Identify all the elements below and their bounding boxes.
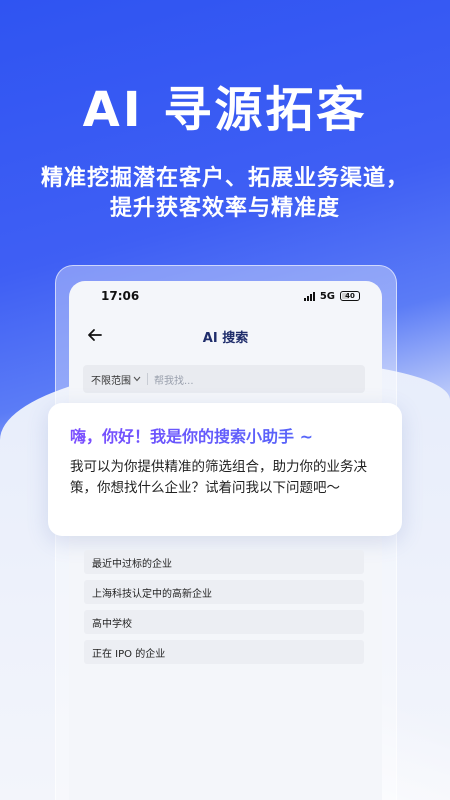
- signal-icon: [303, 291, 315, 301]
- status-bar: 17:06 5G 40: [69, 281, 382, 311]
- hero-title: AI 寻源拓客: [82, 82, 368, 138]
- phone-screen: 17:06 5G 40 AI 搜索 不限范围 帮我找...: [69, 281, 382, 800]
- hero-subtitle-line2: 提升获客效率与精准度: [109, 196, 340, 221]
- chat-body: 我可以为你提供精准的筛选组合，助力你的业务决策，你想找什么企业？试着问我以下问题…: [70, 459, 367, 496]
- chat-greeting: 嗨，你好！我是你的搜索小助手 ~: [70, 423, 380, 447]
- status-time: 17:06: [101, 289, 140, 303]
- battery-text: 40: [345, 292, 355, 300]
- suggestion-item[interactable]: 最近中过标的企业: [84, 550, 364, 574]
- nav-bar: AI 搜索: [69, 321, 382, 351]
- divider: [147, 373, 148, 385]
- page-title: AI 搜索: [202, 330, 249, 346]
- back-arrow-icon[interactable]: [87, 327, 103, 347]
- chevron-down-icon: [133, 376, 141, 382]
- suggestion-item[interactable]: 高中学校: [84, 610, 364, 634]
- status-indicators: 5G 40: [303, 290, 360, 302]
- network-label: 5G: [319, 290, 335, 302]
- search-bar[interactable]: 不限范围 帮我找...: [83, 365, 365, 393]
- suggestion-item[interactable]: 上海科技认定中的高新企业: [84, 580, 364, 604]
- search-input[interactable]: 帮我找...: [154, 372, 194, 387]
- hero-subtitle-line1: 精准挖掘潜在客户、拓展业务渠道，: [40, 166, 409, 191]
- scope-label: 不限范围: [91, 375, 131, 387]
- battery-icon: 40: [340, 291, 360, 301]
- assistant-chat-card: 嗨，你好！我是你的搜索小助手 ~ 我可以为你提供精准的筛选组合，助力你的业务决策…: [48, 403, 402, 536]
- scope-dropdown[interactable]: 不限范围: [91, 372, 141, 387]
- suggestion-item[interactable]: 正在 IPO 的企业: [84, 640, 364, 664]
- suggestion-list: 最近中过标的企业 上海科技认定中的高新企业 高中学校 正在 IPO 的企业: [84, 550, 364, 670]
